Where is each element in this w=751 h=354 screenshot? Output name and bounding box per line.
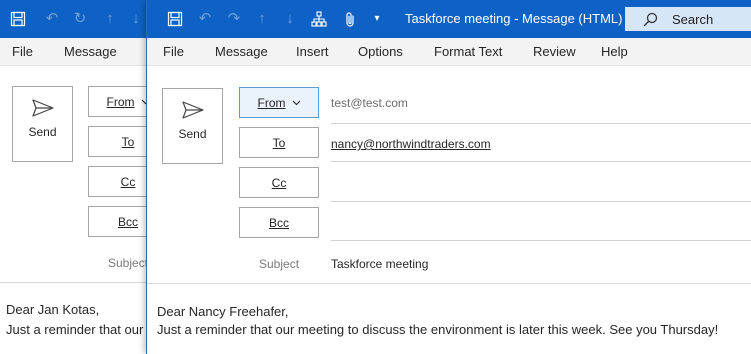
front-menubar: File Message Insert Options Format Text … — [147, 38, 751, 66]
to-field-line — [331, 161, 751, 162]
search-box[interactable]: Search — [625, 7, 751, 31]
menu-help[interactable]: Help — [601, 44, 628, 59]
header-separator — [147, 283, 751, 284]
cc-button[interactable]: Cc — [88, 166, 150, 197]
menu-format-text[interactable]: Format Text — [434, 44, 502, 59]
from-label: From — [257, 95, 286, 110]
up-arrow-icon[interactable]: ↑ — [100, 9, 120, 29]
up-arrow-icon[interactable]: ↑ — [252, 9, 272, 29]
body-line[interactable]: Just a reminder that our meeting to disc… — [157, 322, 718, 337]
bcc-label: Bcc — [268, 215, 289, 230]
to-button[interactable]: To — [239, 127, 319, 158]
back-message-window: ↶ ↻ ↑ ↓ File Message Send From To Cc Bcc… — [0, 0, 150, 354]
hierarchy-icon[interactable] — [309, 9, 329, 29]
down-arrow-icon[interactable]: ↓ — [126, 9, 146, 29]
cc-label: Cc — [120, 174, 136, 189]
to-label: To — [272, 135, 286, 150]
menu-insert[interactable]: Insert — [296, 44, 329, 59]
back-menubar: File Message — [0, 38, 150, 66]
to-button[interactable]: To — [88, 126, 150, 157]
customize-dropdown-icon[interactable]: ▾ — [367, 9, 387, 29]
window-title: Taskforce meeting - Message (HTML) — [405, 11, 623, 26]
body-line[interactable]: Just a reminder that our — [6, 322, 143, 337]
body-line[interactable]: Dear Nancy Freehafer, — [157, 304, 289, 319]
cc-button[interactable]: Cc — [239, 167, 319, 198]
menu-options[interactable]: Options — [358, 44, 403, 59]
front-message-window: ↶ ↷ ↑ ↓ ▾ Taskforce meeting - Message (H… — [146, 0, 751, 354]
send-icon — [31, 99, 54, 117]
front-titlebar: ↶ ↷ ↑ ↓ ▾ Taskforce meeting - Message (H… — [147, 0, 751, 38]
menu-file[interactable]: File — [163, 44, 184, 59]
search-label: Search — [672, 11, 714, 27]
send-label: Send — [178, 127, 207, 141]
cc-label: Cc — [271, 175, 287, 190]
from-button[interactable]: From — [88, 86, 150, 117]
undo-icon[interactable]: ↶ — [195, 9, 215, 29]
menu-file[interactable]: File — [12, 44, 33, 59]
to-recipient[interactable]: nancy@northwindtraders.com — [331, 137, 491, 151]
send-icon — [181, 101, 204, 119]
back-titlebar: ↶ ↻ ↑ ↓ — [0, 0, 150, 38]
chevron-down-icon — [292, 100, 300, 105]
cc-field-line — [331, 201, 751, 202]
save-icon[interactable] — [8, 9, 28, 29]
send-button[interactable]: Send — [12, 86, 73, 162]
from-label: From — [106, 94, 135, 109]
down-arrow-icon[interactable]: ↓ — [280, 9, 300, 29]
bcc-button[interactable]: Bcc — [88, 206, 150, 237]
header-separator — [0, 282, 150, 283]
from-value: test@test.com — [331, 96, 408, 110]
subject-field[interactable]: Taskforce meeting — [331, 257, 428, 271]
from-underline — [331, 123, 751, 124]
send-button[interactable]: Send — [162, 88, 223, 164]
menu-message[interactable]: Message — [64, 44, 117, 59]
bcc-button[interactable]: Bcc — [239, 207, 319, 238]
redo-icon[interactable]: ↻ — [70, 9, 90, 29]
menu-review[interactable]: Review — [533, 44, 576, 59]
undo-icon[interactable]: ↶ — [42, 9, 62, 29]
menu-message[interactable]: Message — [215, 44, 268, 59]
subject-label: Subject — [108, 256, 149, 270]
bcc-field-line — [331, 240, 751, 241]
bcc-label: Bcc — [117, 214, 138, 229]
attach-icon[interactable] — [340, 9, 360, 29]
to-label: To — [121, 134, 135, 149]
redo-icon[interactable]: ↷ — [224, 9, 244, 29]
body-line[interactable]: Dear Jan Kotas, — [6, 302, 99, 317]
search-icon — [643, 12, 658, 26]
send-label: Send — [28, 125, 57, 139]
save-icon[interactable] — [165, 9, 185, 29]
from-button[interactable]: From — [239, 87, 319, 118]
subject-label: Subject — [259, 257, 300, 271]
